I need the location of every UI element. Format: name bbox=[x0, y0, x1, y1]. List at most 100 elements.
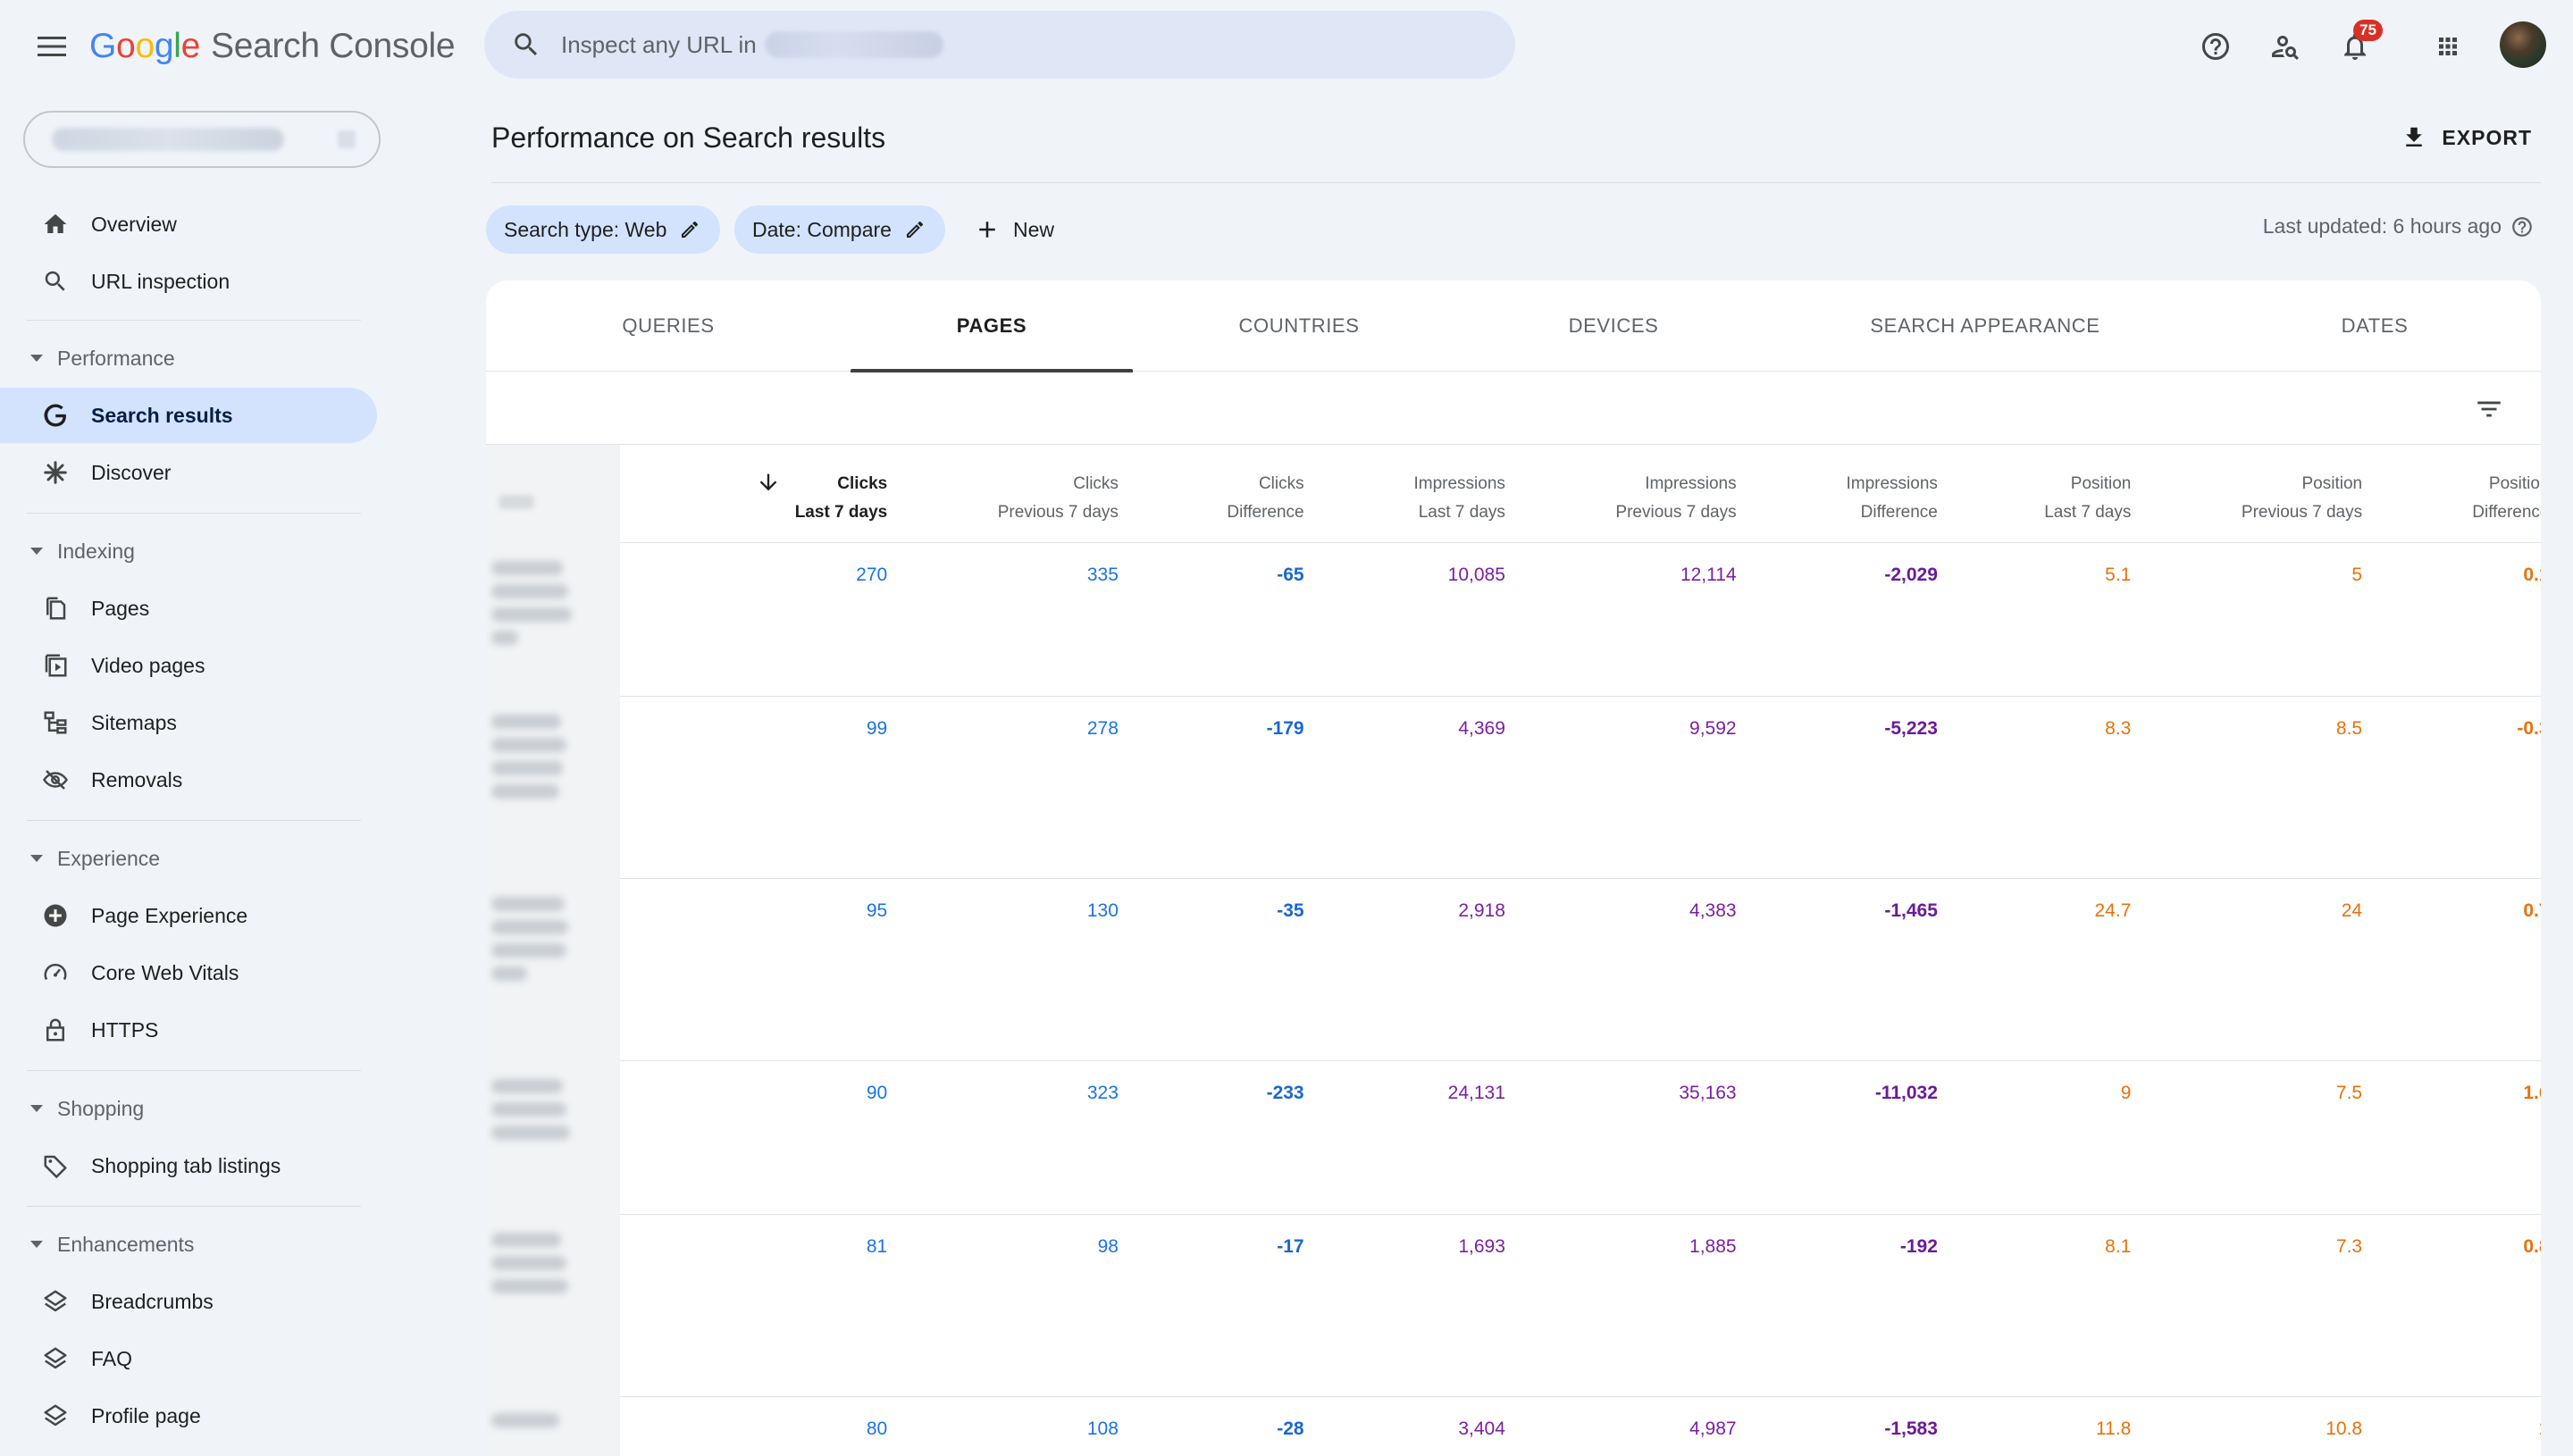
table-cell: 90 bbox=[866, 1083, 888, 1103]
column-header[interactable]: Impressions Last 7 days bbox=[1413, 470, 1504, 527]
table-row[interactable]: 95 130 -35 2,918 4,383 -1,465 24.7 24 0.7 bbox=[620, 879, 2541, 1061]
column-header[interactable]: Clicks Last 7 days bbox=[759, 470, 888, 527]
sidebar-item-label: Profile page bbox=[91, 1403, 201, 1427]
search-console-logo[interactable]: Google Search Console bbox=[89, 27, 456, 66]
new-filter-button[interactable]: New bbox=[974, 205, 1054, 254]
sidebar-item-page-experience[interactable]: Page Experience bbox=[0, 888, 377, 943]
tab-pages[interactable]: PAGES bbox=[851, 280, 1133, 372]
table-cell: 9,592 bbox=[1689, 718, 1737, 739]
section-header-experience[interactable]: Experience bbox=[0, 836, 377, 881]
search-icon bbox=[41, 267, 70, 296]
sidebar-item-search-results[interactable]: Search results bbox=[0, 388, 377, 443]
last-updated: Last updated: 6 hours ago bbox=[2263, 214, 2534, 238]
column-header[interactable]: Impressions Previous 7 days bbox=[1615, 470, 1736, 527]
hamburger-menu-icon bbox=[38, 37, 66, 56]
table-row[interactable]: 270 335 -65 10,085 12,114 -2,029 5.1 5 0.1 bbox=[620, 543, 2541, 697]
table-cell: 4,369 bbox=[1458, 718, 1505, 739]
product-name: Search Console bbox=[210, 27, 456, 65]
column-period: Last 7 days bbox=[1418, 503, 1505, 522]
sidebar-item-overview[interactable]: Overview bbox=[0, 197, 377, 252]
table-cell: 99 bbox=[866, 718, 888, 739]
filter-chip-search-type[interactable]: Search type: Web bbox=[486, 205, 721, 254]
sidebar-item-video-pages[interactable]: Video pages bbox=[0, 638, 377, 693]
section-header-performance[interactable]: Performance bbox=[0, 336, 377, 381]
sidebar-item-url-inspection[interactable]: URL inspection bbox=[0, 254, 377, 309]
filter-chip-date[interactable]: Date: Compare bbox=[734, 205, 945, 254]
column-header[interactable]: Impressions Difference bbox=[1846, 470, 1937, 527]
help-icon bbox=[2202, 33, 2229, 60]
table-row[interactable]: 99 278 -179 4,369 9,592 -5,223 8.3 8.5 -0.3 bbox=[620, 697, 2541, 879]
export-label: EXPORT bbox=[2442, 125, 2532, 149]
table-row[interactable]: 81 98 -17 1,693 1,885 -192 8.1 7.3 0.8 bbox=[620, 1215, 2541, 1397]
main-menu-button[interactable] bbox=[27, 21, 77, 71]
section-header-indexing[interactable]: Indexing bbox=[0, 529, 377, 573]
tab-label: COUNTRIES bbox=[1238, 314, 1360, 337]
sidebar-item-pages[interactable]: Pages bbox=[0, 581, 377, 636]
tab-dates[interactable]: DATES bbox=[2208, 280, 2541, 372]
tab-queries[interactable]: QUERIES bbox=[486, 280, 851, 372]
last-updated-text: Last updated: 6 hours ago bbox=[2262, 214, 2502, 238]
url-inspection-input[interactable] bbox=[561, 30, 758, 59]
column-header[interactable]: Position Last 7 days bbox=[2044, 470, 2131, 527]
table-toolbar bbox=[486, 372, 2541, 445]
page-title: Performance on Search results bbox=[491, 121, 886, 154]
sidebar-item-profile-page[interactable]: Profile page bbox=[0, 1388, 377, 1443]
account-avatar[interactable] bbox=[2500, 21, 2546, 68]
sidebar-item-shopping-tab-listings[interactable]: Shopping tab listings bbox=[0, 1138, 377, 1193]
redacted-url bbox=[491, 561, 572, 654]
table-cell: 9 bbox=[2120, 1083, 2132, 1103]
column-metric: Clicks bbox=[1258, 474, 1304, 493]
collapse-triangle-icon bbox=[30, 355, 43, 362]
edit-pencil-icon bbox=[682, 221, 699, 238]
section-header-enhancements[interactable]: Enhancements bbox=[0, 1222, 377, 1267]
table-cell: 80 bbox=[866, 1418, 888, 1439]
property-selector[interactable] bbox=[23, 111, 381, 168]
column-period: Difference bbox=[1227, 503, 1304, 522]
sidebar-item-removals[interactable]: Removals bbox=[0, 752, 377, 807]
tab-search-appearance[interactable]: SEARCH APPEARANCE bbox=[1762, 280, 2208, 372]
sidebar-item-label: HTTPS bbox=[91, 1017, 159, 1042]
column-period: Previous 7 days bbox=[2241, 503, 2363, 522]
column-header[interactable]: Clicks Difference bbox=[1227, 470, 1303, 527]
column-header-redacted bbox=[499, 495, 534, 509]
section-header-shopping[interactable]: Shopping bbox=[0, 1086, 377, 1131]
notifications-button[interactable]: 75 bbox=[2330, 20, 2383, 71]
performance-table-card: QUERIES PAGES COUNTRIES DEVICES SEARCH A… bbox=[486, 280, 2541, 1456]
sidebar-item-label: Search results bbox=[91, 403, 233, 427]
column-metric: Clicks bbox=[837, 474, 888, 493]
chevron-down-icon bbox=[338, 130, 356, 148]
sidebar-item-label: FAQ bbox=[91, 1346, 133, 1370]
nav-divider bbox=[27, 1206, 361, 1207]
table-cell: 130 bbox=[1086, 900, 1119, 921]
column-period: Previous 7 days bbox=[997, 503, 1119, 522]
table-row[interactable]: 90 323 -233 24,131 35,163 -11,032 9 7.5 1.6 bbox=[620, 1061, 2541, 1215]
google-apps-button[interactable] bbox=[2423, 21, 2473, 71]
table-cell: 3,404 bbox=[1458, 1418, 1505, 1439]
new-label: New bbox=[1013, 217, 1055, 241]
tab-devices[interactable]: DEVICES bbox=[1465, 280, 1762, 372]
filter-rows-button[interactable] bbox=[2469, 389, 2509, 429]
sidebar-item-core-web-vitals[interactable]: Core Web Vitals bbox=[0, 945, 377, 1000]
table-cell: 98 bbox=[1097, 1236, 1119, 1257]
user-settings-button[interactable] bbox=[2260, 21, 2310, 71]
url-inspection-search-bar[interactable] bbox=[484, 11, 1515, 79]
column-header[interactable]: Position Previous 7 days bbox=[2242, 470, 2362, 527]
export-button[interactable]: EXPORT bbox=[2401, 116, 2532, 159]
sidebar-item-discover[interactable]: Discover bbox=[0, 445, 377, 500]
tab-countries[interactable]: COUNTRIES bbox=[1133, 280, 1465, 372]
column-header[interactable]: Clicks Previous 7 days bbox=[998, 470, 1119, 527]
help-outline-icon[interactable] bbox=[2510, 215, 2534, 238]
table-cell: -65 bbox=[1277, 565, 1304, 585]
table-row[interactable]: 80 108 -28 3,404 4,987 -1,583 11.8 10.8 1 bbox=[620, 1397, 2541, 1456]
table-cell: -11,032 bbox=[1874, 1083, 1938, 1103]
sidebar-item-faq[interactable]: FAQ bbox=[0, 1331, 377, 1386]
sidebar-item-breadcrumbs[interactable]: Breadcrumbs bbox=[0, 1274, 377, 1329]
table-cell: 24 bbox=[2341, 900, 2363, 921]
section-title: Shopping bbox=[57, 1096, 145, 1120]
eye-off-icon bbox=[41, 766, 70, 794]
sidebar-item-sitemaps[interactable]: Sitemaps bbox=[0, 695, 377, 750]
sidebar-item-https[interactable]: HTTPS bbox=[0, 1002, 377, 1058]
table-cell: 24,131 bbox=[1447, 1083, 1505, 1103]
column-header[interactable]: Position Difference bbox=[2472, 470, 2541, 527]
help-button[interactable] bbox=[2191, 21, 2241, 71]
